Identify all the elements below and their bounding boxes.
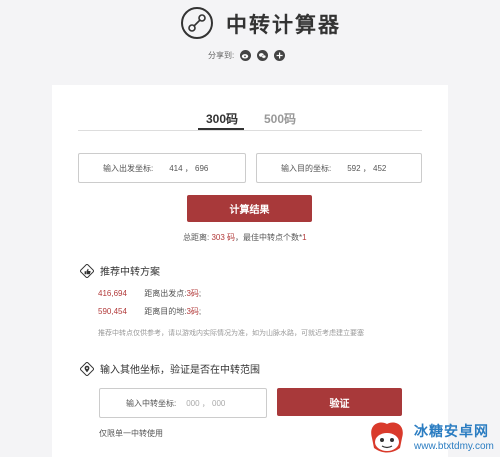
verify-button[interactable]: 验证 — [277, 388, 402, 416]
app-title: 中转计算器 — [226, 14, 341, 37]
total-distance: 303 码 — [211, 233, 236, 242]
add-icon[interactable] — [274, 49, 286, 61]
start-coordinate-value[interactable]: 414 ， 696 — [169, 163, 208, 174]
calculate-button[interactable]: 计算结果 — [187, 195, 312, 222]
watermark-text: 冰糖安卓网 www.btxtdmy.com — [414, 421, 494, 452]
tab-500[interactable]: 500码 — [264, 110, 296, 127]
relay-count: 1 — [302, 233, 307, 242]
wechat-icon[interactable] — [257, 49, 269, 61]
distance-summary: 总距离: 303 码，最佳中转点个数*1 — [183, 232, 307, 243]
range-tabs: 300码 500码 — [78, 104, 422, 131]
plan-row: 590,454 距离目的地:3码; — [98, 306, 201, 317]
weibo-icon[interactable] — [240, 49, 252, 61]
share-label: 分享到: — [208, 50, 235, 60]
end-coordinate-field[interactable]: 输入目的坐标: 592 ， 452 — [256, 153, 422, 183]
relay-coordinate-placeholder[interactable]: 000 ， 000 — [186, 398, 225, 409]
header: 中转计算器 分享到: — [0, 0, 500, 85]
relay-coordinate: 416,694 — [98, 289, 127, 298]
plan-note: 推荐中转点仅供参考，请以游戏内实际情况为准，如为山脉水路，可就近考虑建立要塞 — [98, 330, 364, 337]
relay-description: 距离出发点:3码; — [144, 289, 202, 298]
active-tab-indicator — [198, 128, 244, 130]
relay-coordinate-field[interactable]: 输入中转坐标: 000 ， 000 — [99, 388, 267, 418]
app-logo-icon — [181, 7, 213, 39]
watermark-url: www.btxtdmy.com — [414, 441, 494, 452]
plan-row: 416,694 距离出发点:3码; — [98, 288, 201, 299]
summary-prefix: 总距离: — [183, 233, 210, 242]
share-row: 分享到: — [208, 48, 291, 62]
verify-heading: 输入其他坐标，验证是否在中转范围 — [80, 361, 260, 376]
relay-description: 距离目的地:3码; — [144, 307, 202, 316]
summary-middle: ，最佳中转点个数* — [235, 233, 303, 242]
verify-note: 仅限单一中转使用 — [99, 429, 163, 438]
watermark-logo-icon — [371, 422, 403, 452]
watermark-name: 冰糖安卓网 — [414, 423, 489, 439]
end-coordinate-label: 输入目的坐标: — [281, 163, 332, 173]
tab-300[interactable]: 300码 — [206, 110, 238, 127]
watermark: 冰糖安卓网 www.btxtdmy.com — [362, 416, 500, 457]
start-coordinate-field[interactable]: 输入出发坐标: 414 ， 696 — [78, 153, 246, 183]
end-coordinate-value[interactable]: 592 ， 452 — [347, 163, 386, 174]
plan-heading: 推荐中转方案 — [80, 263, 160, 278]
start-coordinate-label: 输入出发坐标: — [103, 163, 154, 173]
verify-heading-text: 输入其他坐标，验证是否在中转范围 — [100, 365, 260, 376]
relay-coordinate-label: 输入中转坐标: — [126, 398, 177, 408]
thumbs-up-icon — [80, 263, 94, 278]
relay-coordinate: 590,454 — [98, 307, 127, 316]
plan-heading-text: 推荐中转方案 — [100, 267, 160, 278]
location-pin-icon — [80, 361, 94, 376]
